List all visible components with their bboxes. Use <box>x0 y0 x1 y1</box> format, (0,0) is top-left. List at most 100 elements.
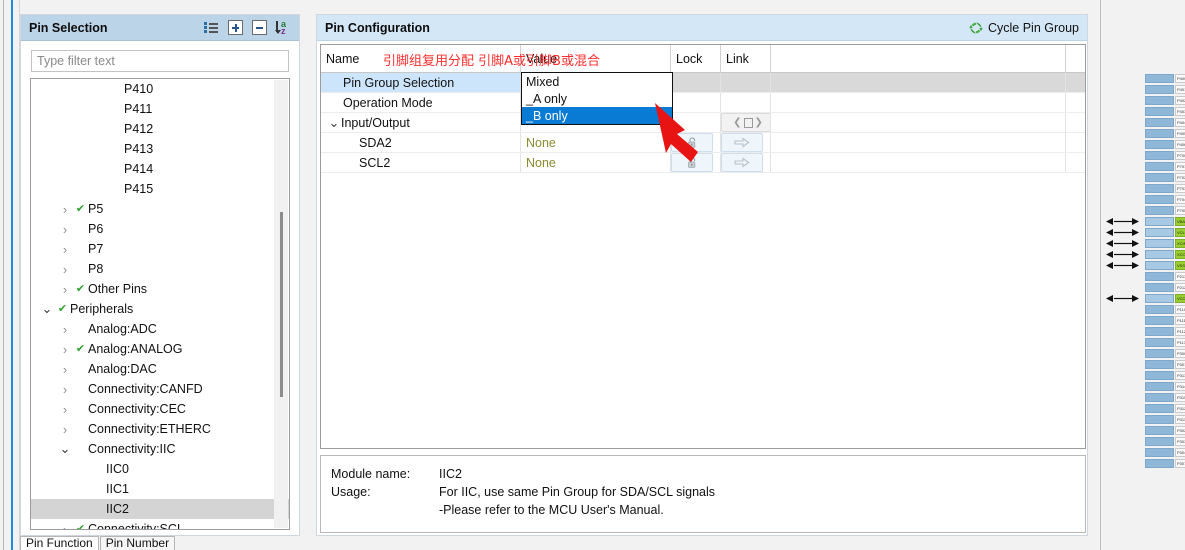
package-pin-row[interactable]: P406 <box>1145 139 1185 149</box>
package-pin-label[interactable]: P314 <box>1175 381 1185 391</box>
pin-tree-item[interactable]: › P8 <box>31 259 289 279</box>
pin-config-grid[interactable]: Name Value Lock Link 引脚组复用分配 引脚A或引脚B或混合 … <box>320 44 1086 449</box>
package-pin-row[interactable]: P312 <box>1145 403 1185 413</box>
pin-tree-item[interactable]: › Connectivity:ETHERC <box>31 419 289 439</box>
column-header-link[interactable]: Link <box>721 45 771 72</box>
package-pin-row[interactable]: P404 <box>1145 117 1185 127</box>
column-header-name[interactable]: Name <box>321 45 521 72</box>
chevron-right-icon[interactable]: › <box>57 323 73 336</box>
pin-tree-scrollbar[interactable] <box>274 80 288 528</box>
package-pin-bar[interactable] <box>1145 282 1174 292</box>
row-value-cell[interactable]: None <box>521 153 671 172</box>
package-pin-label[interactable]: P303 <box>1175 436 1185 446</box>
package-pin-bar[interactable] <box>1145 271 1174 281</box>
package-pin-bar[interactable] <box>1145 458 1174 468</box>
package-pin-bar[interactable] <box>1145 249 1174 259</box>
package-pin-label[interactable]: P705 <box>1175 205 1185 215</box>
package-pin-label[interactable]: P212 <box>1175 282 1185 292</box>
package-pin-row[interactable]: XCOUTXCOUT <box>1105 249 1185 259</box>
package-pin-row[interactable]: XCINXCIN <box>1105 238 1185 248</box>
package-pin-label[interactable]: P315 <box>1175 392 1185 402</box>
row-link-cell[interactable]: ❮ ❯ <box>721 113 771 132</box>
package-pin-bar[interactable] <box>1145 293 1174 303</box>
lock-button[interactable] <box>671 133 713 152</box>
package-pin-row[interactable]: P307 <box>1145 458 1185 468</box>
package-pin-label[interactable]: P213 <box>1175 271 1185 281</box>
chevron-down-icon[interactable]: ⌄ <box>39 302 55 315</box>
package-pin-label[interactable]: P405 <box>1175 128 1185 138</box>
package-pin-bar[interactable] <box>1145 304 1174 314</box>
package-pin-label[interactable]: VCL0 <box>1175 227 1185 237</box>
package-pin-row[interactable]: VCCVCC <box>1105 293 1185 303</box>
row-lock-cell[interactable] <box>671 133 721 152</box>
tab-pin-function[interactable]: Pin Function <box>20 536 99 550</box>
package-pin-row[interactable]: P313 <box>1145 370 1185 380</box>
package-pin-bar[interactable] <box>1145 425 1174 435</box>
package-pin-row[interactable]: P111 <box>1145 315 1185 325</box>
chevron-right-icon[interactable]: › <box>57 343 73 356</box>
column-header-blank-1[interactable] <box>771 45 1066 72</box>
pin-tree-item[interactable]: P415 <box>31 179 289 199</box>
package-pin-label[interactable]: P403 <box>1175 106 1185 116</box>
package-pin-row[interactable]: P110 <box>1145 304 1185 314</box>
chevron-down-icon[interactable]: ⌄ <box>57 442 73 455</box>
package-pin-view[interactable]: P400P401P402P403P404P405P406P700P701P702… <box>1100 0 1185 550</box>
package-pin-label[interactable]: P110 <box>1175 304 1185 314</box>
chevron-left-icon[interactable]: ❮ <box>733 117 741 128</box>
package-pin-bar[interactable] <box>1145 150 1174 160</box>
package-pin-label[interactable]: P301 <box>1175 359 1185 369</box>
tab-pin-number[interactable]: Pin Number <box>99 536 176 550</box>
package-pin-bar[interactable] <box>1145 73 1174 83</box>
pin-tree-item[interactable]: P410 <box>31 79 289 99</box>
sort-az-icon[interactable]: az <box>274 20 291 36</box>
lock-button[interactable] <box>671 153 713 172</box>
package-pin-row[interactable]: P400 <box>1145 73 1185 83</box>
package-pin-bar[interactable] <box>1145 183 1174 193</box>
package-pin-bar[interactable] <box>1145 238 1174 248</box>
row-name-cell[interactable]: SCL2 <box>321 153 521 172</box>
pin-tree-item[interactable]: › Connectivity:CEC <box>31 399 289 419</box>
filter-text-input[interactable] <box>31 50 289 72</box>
pin-tree-item[interactable]: ⌄ ✔ Peripherals <box>31 299 289 319</box>
package-pin-row[interactable]: P701 <box>1145 161 1185 171</box>
package-pin-row[interactable]: P700 <box>1145 150 1185 160</box>
column-header-blank-2[interactable] <box>1066 45 1085 72</box>
package-pin-bar[interactable] <box>1145 315 1174 325</box>
package-pin-row[interactable]: P703 <box>1145 183 1185 193</box>
package-pin-bar[interactable] <box>1145 392 1174 402</box>
pin-tree-item[interactable]: › Analog:DAC <box>31 359 289 379</box>
row-value-cell[interactable]: None <box>521 133 671 152</box>
package-pin-label[interactable]: P311 <box>1175 414 1185 424</box>
package-pin-bar[interactable] <box>1145 447 1174 457</box>
pin-tree-item[interactable]: IIC0 <box>31 459 289 479</box>
chevron-right-icon[interactable]: › <box>57 203 73 216</box>
package-pin-row[interactable]: P311 <box>1145 414 1185 424</box>
package-pin-row[interactable]: VCL0VCL0 <box>1105 227 1185 237</box>
package-pin-label[interactable]: P307 <box>1175 458 1185 468</box>
package-pin-bar[interactable] <box>1145 128 1174 138</box>
package-pin-label[interactable]: P406 <box>1175 139 1185 149</box>
pin-tree-item[interactable]: › ✔ Connectivity:SCI <box>31 519 289 529</box>
pin-tree-item[interactable]: › Connectivity:CANFD <box>31 379 289 399</box>
package-pin-bar[interactable] <box>1145 260 1174 270</box>
chevron-right-icon[interactable]: › <box>57 283 73 296</box>
pin-config-row[interactable]: Pin Group Selection_B only <box>321 73 1085 93</box>
package-pin-label[interactable]: P112 <box>1175 326 1185 336</box>
package-pin-row[interactable]: P402 <box>1145 95 1185 105</box>
expand-all-icon[interactable] <box>228 20 243 35</box>
package-pin-label[interactable]: P304 <box>1175 447 1185 457</box>
package-pin-row[interactable]: P314 <box>1145 381 1185 391</box>
package-pin-row[interactable]: P303 <box>1145 436 1185 446</box>
chevron-down-icon[interactable]: ⌄ <box>327 116 341 129</box>
package-pin-bar[interactable] <box>1145 359 1174 369</box>
package-pin-label[interactable]: P300 <box>1175 348 1185 358</box>
package-pin-label[interactable]: P702 <box>1175 172 1185 182</box>
row-link-cell[interactable] <box>721 153 771 172</box>
package-pin-label[interactable]: P402 <box>1175 95 1185 105</box>
package-pin-bar[interactable] <box>1145 348 1174 358</box>
pin-config-row[interactable]: ⌄ Input/Output ❮ ❯ <box>321 113 1085 133</box>
chevron-right-icon[interactable]: › <box>57 263 73 276</box>
link-button[interactable] <box>721 153 763 172</box>
package-pin-row[interactable]: VSSVSS <box>1105 260 1185 270</box>
package-pin-row[interactable]: P302 <box>1145 425 1185 435</box>
